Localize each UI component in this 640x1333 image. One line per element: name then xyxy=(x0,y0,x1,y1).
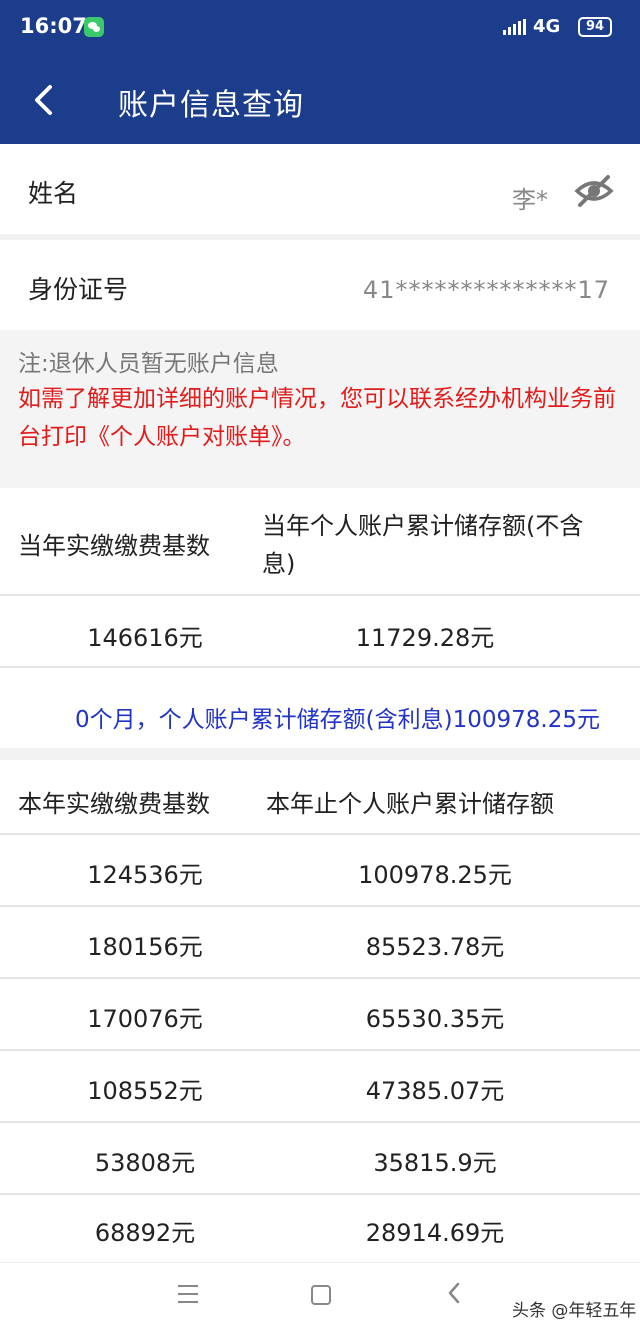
row-base: 68892元 xyxy=(94,1219,196,1247)
notice-box: 注:退休人员暂无账户信息 如需了解更加详细的账户情况，您可以联系经办机构业务前台… xyxy=(0,330,640,488)
notice-gray-text: 注:退休人员暂无账户信息 xyxy=(18,351,279,377)
name-value: 李* xyxy=(512,186,548,214)
back-button[interactable] xyxy=(28,78,68,122)
divider xyxy=(0,833,640,835)
id-row: 身份证号 41**************17 xyxy=(0,240,640,330)
row-base: 53808元 xyxy=(94,1149,196,1177)
row-balance: 35815.9元 xyxy=(373,1149,497,1177)
name-row: 姓名 李* xyxy=(0,144,640,234)
history-header-balance: 本年止个人账户累计储存额 xyxy=(266,790,554,818)
row-balance: 47385.07元 xyxy=(365,1077,505,1105)
id-value: 41**************17 xyxy=(362,276,610,304)
row-balance: 65530.35元 xyxy=(365,1005,505,1033)
divider xyxy=(0,977,640,979)
row-base: 108552元 xyxy=(87,1077,203,1105)
row-base: 124536元 xyxy=(87,861,203,889)
table-header-balance: 当年个人账户累计储存额(不含息) xyxy=(262,512,584,578)
row-base: 170076元 xyxy=(87,1005,203,1033)
network-label: 4G xyxy=(533,16,561,37)
current-base-value: 146616元 xyxy=(87,624,203,652)
back-icon[interactable] xyxy=(446,1281,462,1305)
divider xyxy=(0,594,640,596)
id-label: 身份证号 xyxy=(28,275,129,304)
table-header-base: 当年实缴缴费基数 xyxy=(18,532,210,560)
chevron-left-icon xyxy=(35,85,52,115)
row-balance: 100978.25元 xyxy=(358,861,512,889)
summary-text: 0个月，个人账户累计储存额(含利息)100978.25元 xyxy=(75,707,600,733)
current-balance-value: 11729.28元 xyxy=(355,624,495,652)
divider xyxy=(0,666,640,668)
divider xyxy=(0,1049,640,1051)
app-bar: 账户信息查询 xyxy=(0,56,640,144)
divider xyxy=(0,1193,640,1195)
name-label: 姓名 xyxy=(28,179,79,208)
home-icon[interactable] xyxy=(311,1285,331,1305)
eye-off-icon[interactable] xyxy=(574,173,614,209)
page-title: 账户信息查询 xyxy=(118,88,304,123)
wechat-icon xyxy=(84,17,104,37)
divider xyxy=(0,1121,640,1123)
menu-icon[interactable] xyxy=(178,1285,198,1309)
row-base: 180156元 xyxy=(87,933,203,961)
status-time: 16:07 xyxy=(20,14,87,38)
row-balance: 28914.69元 xyxy=(365,1219,505,1247)
notice-red-text: 如需了解更加详细的账户情况，您可以联系经办机构业务前台打印《个人账户对账单》。 xyxy=(18,386,616,450)
battery-icon: 94 xyxy=(578,17,612,37)
credit-watermark: 头条 @年轻五年 xyxy=(512,1301,637,1321)
row-balance: 85523.78元 xyxy=(365,933,505,961)
summary-line: 0个月，个人账户累计储存额(含利息)100978.25元 xyxy=(0,700,640,736)
section-gap xyxy=(0,748,640,760)
signal-icon xyxy=(503,19,527,35)
divider xyxy=(0,905,640,907)
history-header-base: 本年实缴缴费基数 xyxy=(18,790,210,818)
status-bar: 16:07 4G 94 xyxy=(0,0,640,56)
